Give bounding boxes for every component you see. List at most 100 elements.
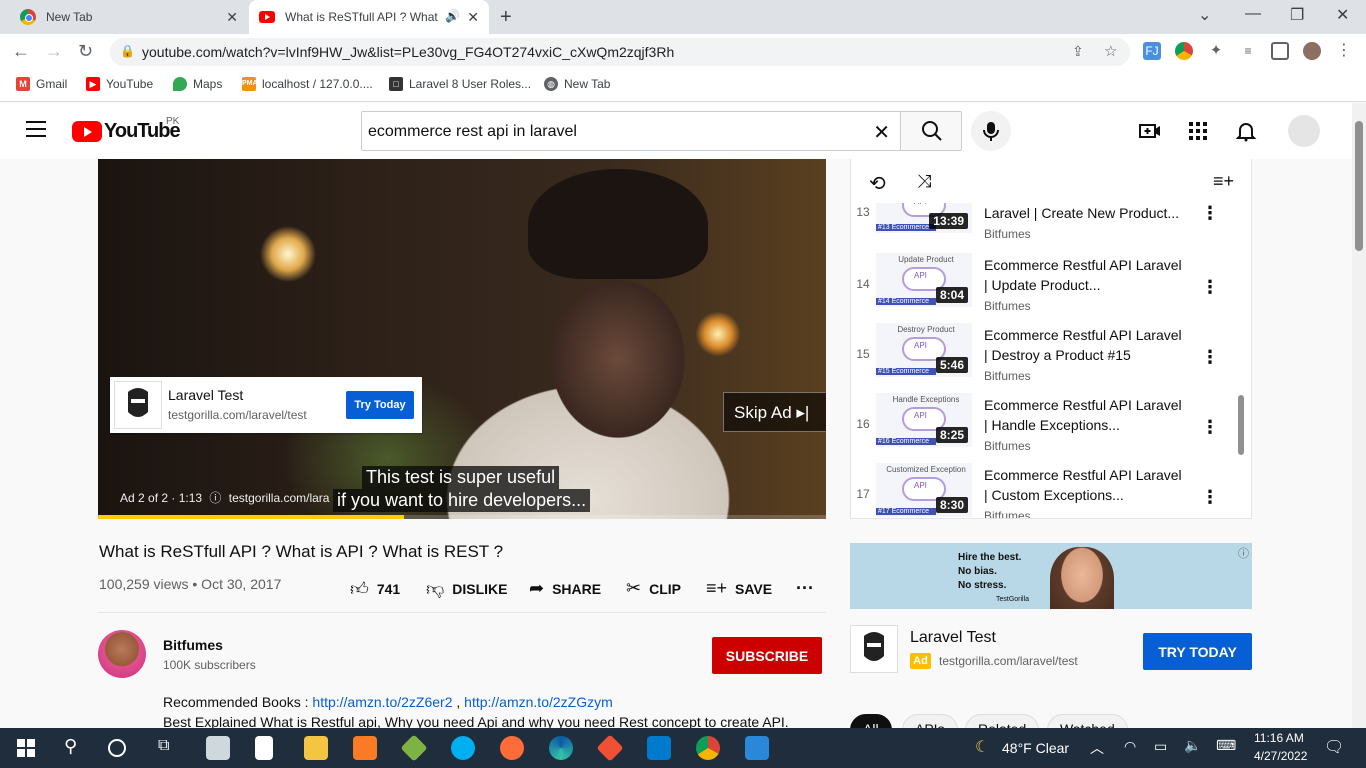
playlist-item-channel[interactable]: Bitfumes (984, 299, 1031, 313)
more-options-icon[interactable]: ⋮ (1201, 487, 1219, 508)
bookmark-localhost[interactable]: PMA localhost / 127.0.0.... (242, 77, 373, 91)
notifications-icon[interactable]: 🗨 (1324, 737, 1344, 757)
playlist-item-channel[interactable]: Bitfumes (984, 439, 1031, 453)
side-panel-icon[interactable] (1271, 42, 1289, 60)
cortana-icon[interactable] (108, 739, 126, 757)
testgorilla-logo[interactable] (850, 625, 898, 673)
postman-icon[interactable] (500, 736, 524, 760)
share-icon[interactable]: ⇪ (1072, 43, 1084, 60)
extension-color-icon[interactable] (1175, 42, 1193, 60)
playlist-item-title[interactable]: Ecommerce Restful API Laravel | Destroy … (984, 325, 1184, 365)
voice-search-button[interactable] (971, 111, 1011, 151)
bookmark-maps[interactable]: Maps (173, 77, 222, 91)
search-input[interactable]: ecommerce rest api in laravel ✕ (361, 111, 901, 151)
playlist-item[interactable]: 17 Customized Exception API #17 Ecommerce 8:… (851, 463, 1251, 518)
skip-ad-button[interactable]: Skip Ad ▸| (723, 392, 826, 432)
bookmark-star-icon[interactable]: ☆ (1104, 42, 1117, 60)
back-button[interactable]: ← (12, 41, 30, 62)
hamburger-menu-icon[interactable] (26, 121, 46, 137)
playlist-item[interactable]: 15 Destroy Product API #15 Ecommerce 5:46 Eco… (851, 323, 1251, 393)
profile-avatar-icon[interactable] (1303, 42, 1321, 60)
playlist-item-title[interactable]: Laravel | Create New Product... (984, 203, 1184, 223)
clock-time[interactable]: 11:16 AM (1254, 731, 1304, 745)
control-panel-icon[interactable] (206, 736, 230, 760)
search-icon[interactable]: ⚲ (64, 736, 77, 757)
try-today-button[interactable]: Try Today (346, 391, 414, 419)
bookmark-new-tab[interactable]: ◍ New Tab (544, 77, 610, 91)
vscode-icon[interactable] (647, 736, 671, 760)
wifi-icon[interactable]: ◠ (1124, 738, 1136, 755)
clip-button[interactable]: ✂ CLIP (626, 578, 681, 599)
store-icon[interactable] (745, 736, 769, 760)
playlist-item[interactable]: 14 Update Product API #14 Ecommerce 8:04 Ecom… (851, 253, 1251, 323)
info-icon[interactable]: ⓘ (209, 491, 221, 505)
restore-button[interactable]: ❐ (1290, 5, 1304, 25)
browser-menu-icon[interactable]: ⋮ (1335, 42, 1353, 60)
task-view-icon[interactable]: ⧉ (158, 737, 169, 755)
reload-button[interactable]: ↻ (78, 41, 93, 62)
address-bar[interactable]: 🔒 youtube.com/watch?v=lvInf9HW_Jw&list=P… (110, 38, 1130, 66)
skype-icon[interactable] (451, 736, 475, 760)
more-options-icon[interactable]: ⋮ (1201, 277, 1219, 298)
extensions-puzzle-icon[interactable]: ✦ (1207, 42, 1225, 60)
playlist-item-title[interactable]: Ecommerce Restful API Laravel | Handle E… (984, 395, 1184, 435)
dislike-button[interactable]: 👎︎ DISLIKE (426, 578, 508, 600)
lock-icon[interactable]: 🔒 (120, 44, 135, 58)
bookmark-gmail[interactable]: M Gmail (16, 77, 67, 91)
video-thumbnail[interactable]: Destroy Product API #15 Ecommerce 5:46 (876, 323, 972, 377)
shuffle-icon[interactable]: ⤨ (917, 171, 931, 192)
forward-button[interactable]: → (45, 41, 63, 62)
more-options-icon[interactable]: ⋮ (1201, 203, 1219, 224)
book-link-2[interactable]: http://amzn.to/2zZGzym (464, 694, 613, 710)
new-tab-button[interactable]: + (500, 6, 512, 29)
speaker-icon[interactable]: 🔊 (445, 9, 460, 23)
ad-title[interactable]: Laravel Test (910, 629, 996, 647)
more-options-icon[interactable]: ⋮ (1201, 347, 1219, 368)
more-options-icon[interactable]: ⋮ (1201, 417, 1219, 438)
playlist-item-channel[interactable]: Bitfumes (984, 227, 1031, 241)
app-cube-icon[interactable] (400, 734, 428, 762)
ad-overlay-card[interactable]: Laravel Test testgorilla.com/laravel/tes… (110, 377, 422, 433)
playlist-item-title[interactable]: Ecommerce Restful API Laravel | Update P… (984, 255, 1184, 295)
battery-icon[interactable]: ▭ (1154, 738, 1167, 755)
subscribe-button[interactable]: SUBSCRIBE (712, 637, 822, 674)
save-playlist-icon[interactable]: ≡+ (1213, 171, 1234, 192)
video-player[interactable]: Laravel Test testgorilla.com/laravel/tes… (98, 159, 826, 519)
search-button[interactable] (900, 111, 962, 151)
playlist-item-channel[interactable]: Bitfumes (984, 509, 1031, 518)
share-button[interactable]: ➦ SHARE (529, 578, 601, 599)
more-actions-icon[interactable]: ··· (796, 578, 814, 599)
extension-fj-icon[interactable]: FJ (1143, 42, 1161, 60)
bookmark-youtube[interactable]: ▶ YouTube (86, 77, 153, 91)
ad-visit-url[interactable]: testgorilla.com/lara (229, 491, 330, 505)
tab-new-tab[interactable]: New Tab ✕ (8, 0, 248, 34)
windows-start-icon[interactable] (14, 736, 38, 760)
page-scrollbar[interactable] (1352, 103, 1366, 728)
book-link-1[interactable]: http://amzn.to/2zZ6er2 (312, 694, 452, 710)
playlist-item-channel[interactable]: Bitfumes (984, 369, 1031, 383)
file-explorer-icon[interactable] (304, 736, 328, 760)
playlist-scrollbar-thumb[interactable] (1238, 395, 1244, 455)
tab-search-chevron-icon[interactable]: ⌄ (1198, 5, 1211, 25)
git-icon[interactable] (596, 734, 624, 762)
tab-youtube-video[interactable]: What is ReSTfull API ? What 🔊 ✕ (249, 0, 489, 34)
scrollbar-thumb[interactable] (1355, 121, 1363, 251)
try-today-button[interactable]: TRY TODAY (1143, 633, 1252, 670)
sidebar-banner-ad[interactable]: Hire the best. No bias. No stress. TestG… (850, 543, 1252, 609)
notifications-bell-icon[interactable] (1234, 119, 1258, 143)
video-thumbnail[interactable]: Handle Exceptions API #16 Ecommerce 8:25 (876, 393, 972, 447)
channel-name[interactable]: Bitfumes (163, 637, 223, 653)
tray-chevron-icon[interactable]: ︿ (1090, 738, 1104, 758)
account-avatar[interactable] (1288, 115, 1320, 147)
like-button[interactable]: 👍︎ 741 (350, 578, 400, 600)
notepad-icon[interactable] (255, 736, 273, 760)
playlist-item-title[interactable]: Ecommerce Restful API Laravel | Custom E… (984, 465, 1184, 505)
apps-grid-icon[interactable] (1186, 119, 1210, 143)
ad-info-icon[interactable]: ⓘ (1238, 545, 1249, 561)
youtube-logo[interactable]: YouTube PK (72, 116, 181, 143)
video-thumbnail[interactable]: Update Product API #14 Ecommerce 8:04 (876, 253, 972, 307)
create-video-icon[interactable] (1138, 119, 1162, 143)
xampp-icon[interactable] (353, 736, 377, 760)
minimize-button[interactable]: — (1245, 5, 1261, 23)
media-control-icon[interactable]: ≡ (1239, 42, 1257, 60)
